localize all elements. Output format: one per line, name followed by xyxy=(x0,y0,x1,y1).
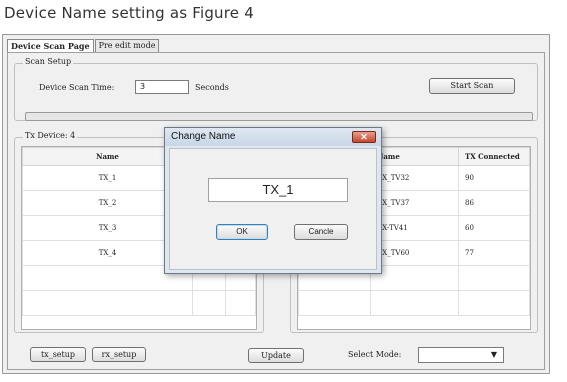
rx-column-tx-connected: TX Connected xyxy=(458,147,530,166)
scan-setup-group: Scan Setup Device Scan Time: 3 Seconds S… xyxy=(14,57,538,121)
scan-setup-title: Scan Setup xyxy=(23,57,74,66)
rx-setup-button[interactable]: rx_setup xyxy=(92,347,146,362)
rx-tx-connected-cell: 90 xyxy=(458,165,530,191)
tab-pre-edit-mode[interactable]: Pre edit mode xyxy=(94,39,160,53)
table-cell xyxy=(22,290,193,316)
ok-button[interactable]: OK xyxy=(216,224,268,240)
rx-tx-connected-cell: 86 xyxy=(458,190,530,216)
rx-name-cell: RX-TV41 xyxy=(370,215,459,241)
change-name-dialog: Change Name ✕ TX_1 OK Cancle xyxy=(164,127,382,274)
seconds-label: Seconds xyxy=(195,83,229,92)
dialog-body: TX_1 OK Cancle xyxy=(169,148,377,270)
scan-time-label: Device Scan Time: xyxy=(39,83,115,92)
select-mode-label: Select Mode: xyxy=(348,350,402,359)
dialog-title: Change Name xyxy=(171,131,236,142)
select-mode-dropdown[interactable]: ▼ xyxy=(418,347,504,363)
tx-setup-button[interactable]: tx_setup xyxy=(30,347,86,362)
table-cell xyxy=(458,290,530,316)
rx-column-name: Name xyxy=(370,147,459,166)
table-row xyxy=(22,290,256,316)
dropdown-arrow-icon: ▼ xyxy=(490,350,497,359)
dialog-titlebar[interactable]: Change Name ✕ xyxy=(165,128,381,146)
table-cell xyxy=(192,290,226,316)
table-row xyxy=(298,290,530,316)
scan-progress-bar xyxy=(25,112,533,121)
rx-tx-connected-cell: 77 xyxy=(458,240,530,266)
table-cell xyxy=(298,290,371,316)
rx-name-cell: RX_TV60 xyxy=(370,240,459,266)
tab-device-scan-page[interactable]: Device Scan Page xyxy=(7,39,94,53)
cancel-button[interactable]: Cancle xyxy=(294,224,348,240)
tab-bar: Device Scan Page Pre edit mode xyxy=(7,39,160,53)
scan-time-input[interactable]: 3 xyxy=(135,80,189,94)
table-cell xyxy=(458,265,530,291)
rx-tx-connected-cell: 60 xyxy=(458,215,530,241)
figure-caption: Device Name setting as Figure 4 xyxy=(4,4,254,22)
update-button[interactable]: Update xyxy=(248,348,304,363)
start-scan-button[interactable]: Start Scan xyxy=(429,78,515,94)
rx-name-cell: RX_TV32 xyxy=(370,165,459,191)
device-name-input[interactable]: TX_1 xyxy=(208,178,348,202)
table-cell xyxy=(370,265,459,291)
tx-device-title: Tx Device: 4 xyxy=(23,131,78,140)
close-icon[interactable]: ✕ xyxy=(352,131,376,143)
table-cell xyxy=(370,290,459,316)
table-cell xyxy=(225,290,256,316)
rx-name-cell: RX_TV37 xyxy=(370,190,459,216)
